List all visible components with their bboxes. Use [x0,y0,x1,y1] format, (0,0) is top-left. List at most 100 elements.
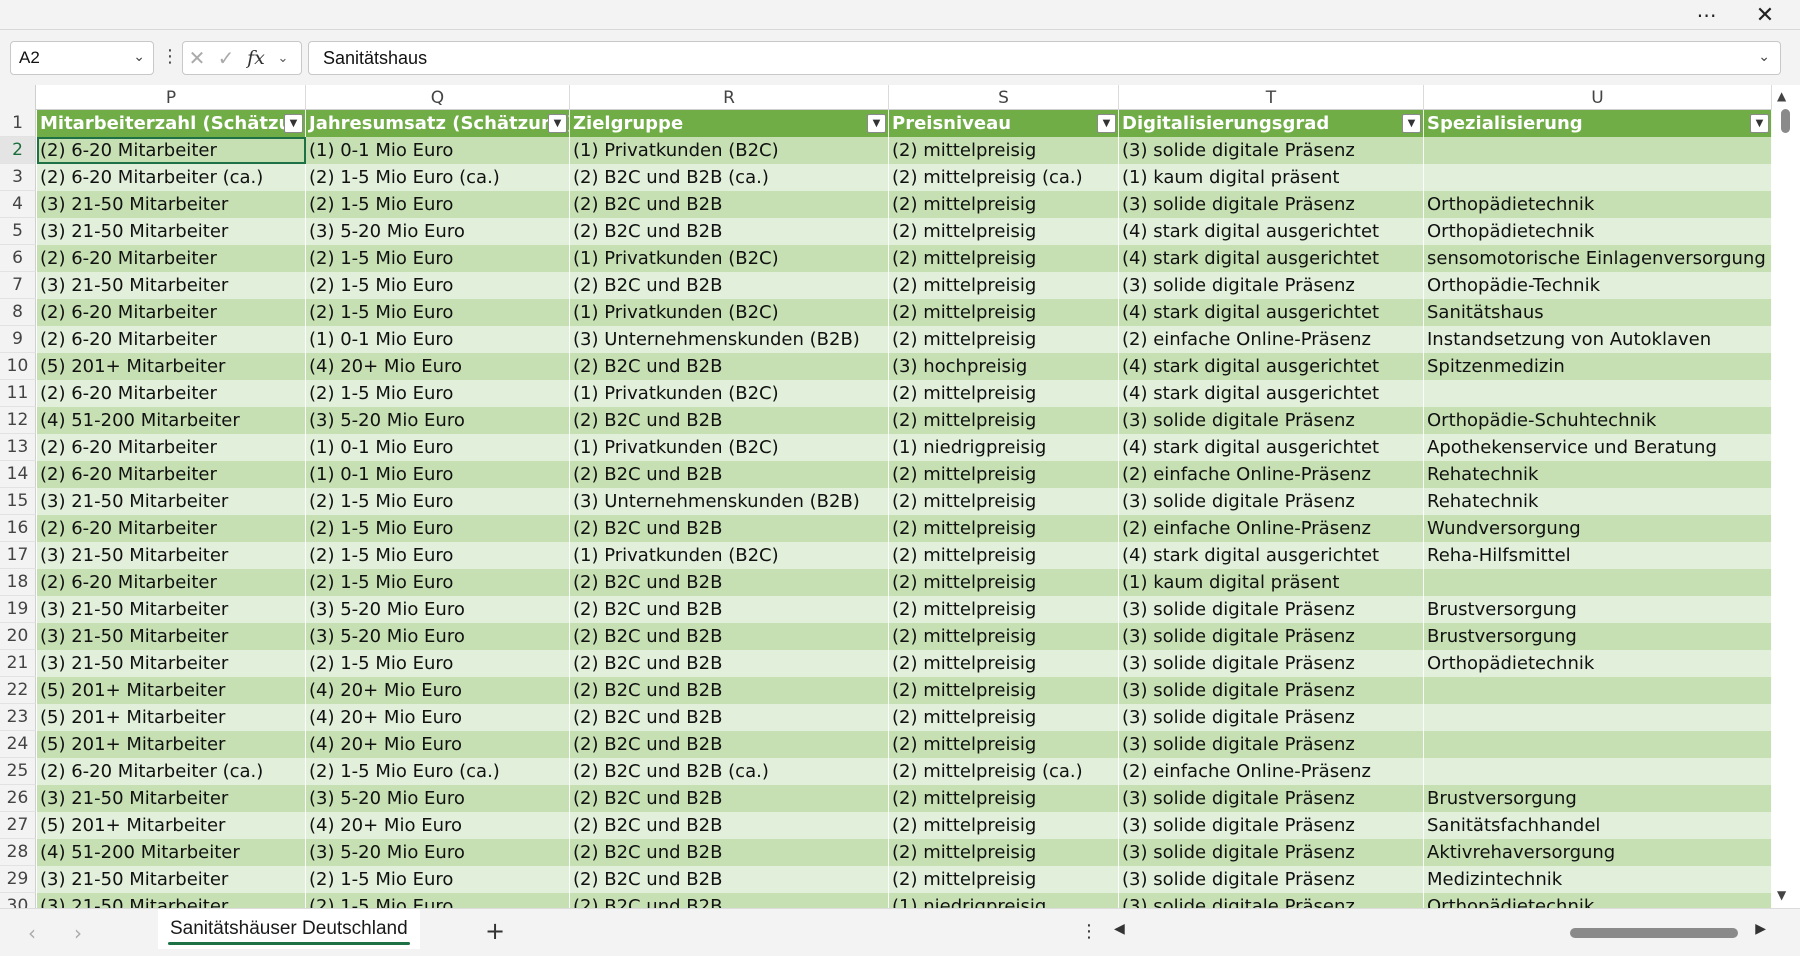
table-cell[interactable]: (2) 6-20 Mitarbeiter (ca.) [37,164,306,191]
table-cell[interactable]: (2) B2C und B2B (ca.) [570,164,889,191]
table-cell[interactable]: (3) 21-50 Mitarbeiter [37,785,306,812]
expand-formula-icon[interactable]: ⌄ [1758,49,1770,65]
table-cell[interactable]: sensomotorische Einlagenversorgung [1424,245,1772,272]
table-cell[interactable]: (5) 201+ Mitarbeiter [37,731,306,758]
table-cell[interactable] [1424,731,1772,758]
table-cell[interactable]: (3) Unternehmenskunden (B2B) [570,326,889,353]
table-cell[interactable]: (3) 21-50 Mitarbeiter [37,542,306,569]
header-cell[interactable]: Zielgruppe [570,110,889,137]
add-sheet-icon[interactable]: + [485,917,505,945]
table-cell[interactable]: Instandsetzung von Autoklaven [1424,326,1772,353]
table-cell[interactable]: (1) 0-1 Mio Euro [306,137,570,164]
filter-dropdown-icon[interactable]: ▼ [284,114,303,133]
table-cell[interactable]: (3) 21-50 Mitarbeiter [37,893,306,908]
scroll-down-icon[interactable]: ▼ [1777,888,1786,902]
table-cell[interactable]: (2) 6-20 Mitarbeiter [37,569,306,596]
table-cell[interactable]: (2) B2C und B2B [570,866,889,893]
table-cell[interactable]: (1) Privatkunden (B2C) [570,542,889,569]
table-cell[interactable]: (2) 1-5 Mio Euro [306,272,570,299]
table-cell[interactable]: (4) stark digital ausgerichtet [1119,380,1424,407]
table-cell[interactable]: (2) B2C und B2B [570,407,889,434]
table-cell[interactable]: Brustversorgung [1424,623,1772,650]
row-number[interactable]: 20 [0,623,36,650]
ellipsis-icon[interactable]: ⋯ [1684,0,1730,30]
row-number[interactable]: 23 [0,704,36,731]
row-number[interactable]: 5 [0,218,36,245]
table-cell[interactable]: (2) B2C und B2B [570,677,889,704]
table-cell[interactable]: (3) 5-20 Mio Euro [306,407,570,434]
table-cell[interactable] [1424,137,1772,164]
table-cell[interactable]: (3) solide digitale Präsenz [1119,623,1424,650]
table-cell[interactable]: (2) mittelpreisig [889,488,1119,515]
table-cell[interactable]: (1) 0-1 Mio Euro [306,461,570,488]
table-cell[interactable]: (2) B2C und B2B [570,812,889,839]
table-cell[interactable]: (2) mittelpreisig [889,731,1119,758]
table-cell[interactable]: Brustversorgung [1424,785,1772,812]
row-number[interactable]: 25 [0,758,36,785]
table-cell[interactable]: (2) 6-20 Mitarbeiter [37,245,306,272]
table-cell[interactable]: Orthopädietechnik [1424,650,1772,677]
table-cell[interactable]: (2) B2C und B2B [570,839,889,866]
table-cell[interactable]: (2) 6-20 Mitarbeiter [37,299,306,326]
row-number[interactable]: 26 [0,785,36,812]
table-cell[interactable]: (2) B2C und B2B [570,731,889,758]
table-cell[interactable] [1424,569,1772,596]
table-cell[interactable]: (2) 1-5 Mio Euro [306,488,570,515]
table-cell[interactable]: (2) B2C und B2B [570,650,889,677]
table-cell[interactable]: (2) B2C und B2B [570,704,889,731]
column-letter[interactable]: Q [306,85,570,110]
row-number[interactable]: 18 [0,569,36,596]
table-cell[interactable]: (2) mittelpreisig [889,596,1119,623]
table-cell[interactable]: (1) kaum digital präsent [1119,569,1424,596]
table-cell[interactable]: (4) stark digital ausgerichtet [1119,434,1424,461]
table-cell[interactable]: (4) stark digital ausgerichtet [1119,299,1424,326]
table-cell[interactable]: (2) B2C und B2B (ca.) [570,758,889,785]
table-cell[interactable]: Sanitätshaus [1424,299,1772,326]
table-cell[interactable]: (3) solide digitale Präsenz [1119,704,1424,731]
table-cell[interactable]: Orthopädietechnik [1424,191,1772,218]
table-cell[interactable]: (3) 5-20 Mio Euro [306,623,570,650]
chevron-down-icon[interactable]: ⌄ [271,51,295,66]
row-number[interactable]: 10 [0,353,36,380]
table-cell[interactable] [1424,164,1772,191]
table-cell[interactable]: (3) 21-50 Mitarbeiter [37,866,306,893]
table-cell[interactable]: (5) 201+ Mitarbeiter [37,812,306,839]
table-cell[interactable]: (2) B2C und B2B [570,623,889,650]
row-number[interactable]: 3 [0,164,36,191]
table-cell[interactable]: (5) 201+ Mitarbeiter [37,353,306,380]
row-number[interactable]: 7 [0,272,36,299]
filter-dropdown-icon[interactable]: ▼ [867,114,886,133]
table-cell[interactable]: (2) 1-5 Mio Euro (ca.) [306,758,570,785]
table-cell[interactable]: (1) 0-1 Mio Euro [306,434,570,461]
row-number[interactable]: 29 [0,866,36,893]
column-letter[interactable]: S [889,85,1119,110]
row-number[interactable]: 27 [0,812,36,839]
vertical-scroll-thumb[interactable] [1781,109,1790,133]
table-cell[interactable]: (2) 1-5 Mio Euro [306,380,570,407]
scroll-right-icon[interactable]: ▶ [1755,921,1766,937]
row-number[interactable]: 11 [0,380,36,407]
table-cell[interactable]: (3) 5-20 Mio Euro [306,218,570,245]
table-cell[interactable]: (2) 6-20 Mitarbeiter (ca.) [37,758,306,785]
select-all-corner[interactable] [0,85,36,110]
row-number[interactable]: 22 [0,677,36,704]
table-cell[interactable]: (3) solide digitale Präsenz [1119,137,1424,164]
table-cell[interactable]: (4) stark digital ausgerichtet [1119,245,1424,272]
table-cell[interactable]: (1) niedrigpreisig [889,434,1119,461]
table-cell[interactable]: (4) stark digital ausgerichtet [1119,218,1424,245]
table-cell[interactable]: (2) mittelpreisig [889,515,1119,542]
table-cell[interactable]: (2) mittelpreisig [889,623,1119,650]
table-cell[interactable] [1424,704,1772,731]
table-cell[interactable]: (4) stark digital ausgerichtet [1119,353,1424,380]
table-cell[interactable]: (2) mittelpreisig [889,812,1119,839]
table-cell[interactable]: (2) mittelpreisig [889,218,1119,245]
table-cell[interactable]: Medizintechnik [1424,866,1772,893]
table-cell[interactable]: (2) 1-5 Mio Euro [306,299,570,326]
table-cell[interactable]: (2) B2C und B2B [570,569,889,596]
column-letter[interactable]: P [37,85,306,110]
table-cell[interactable]: (2) 1-5 Mio Euro [306,542,570,569]
table-cell[interactable]: (3) 21-50 Mitarbeiter [37,191,306,218]
row-number[interactable]: 8 [0,299,36,326]
table-cell[interactable]: Spitzenmedizin [1424,353,1772,380]
table-cell[interactable]: (3) solide digitale Präsenz [1119,596,1424,623]
